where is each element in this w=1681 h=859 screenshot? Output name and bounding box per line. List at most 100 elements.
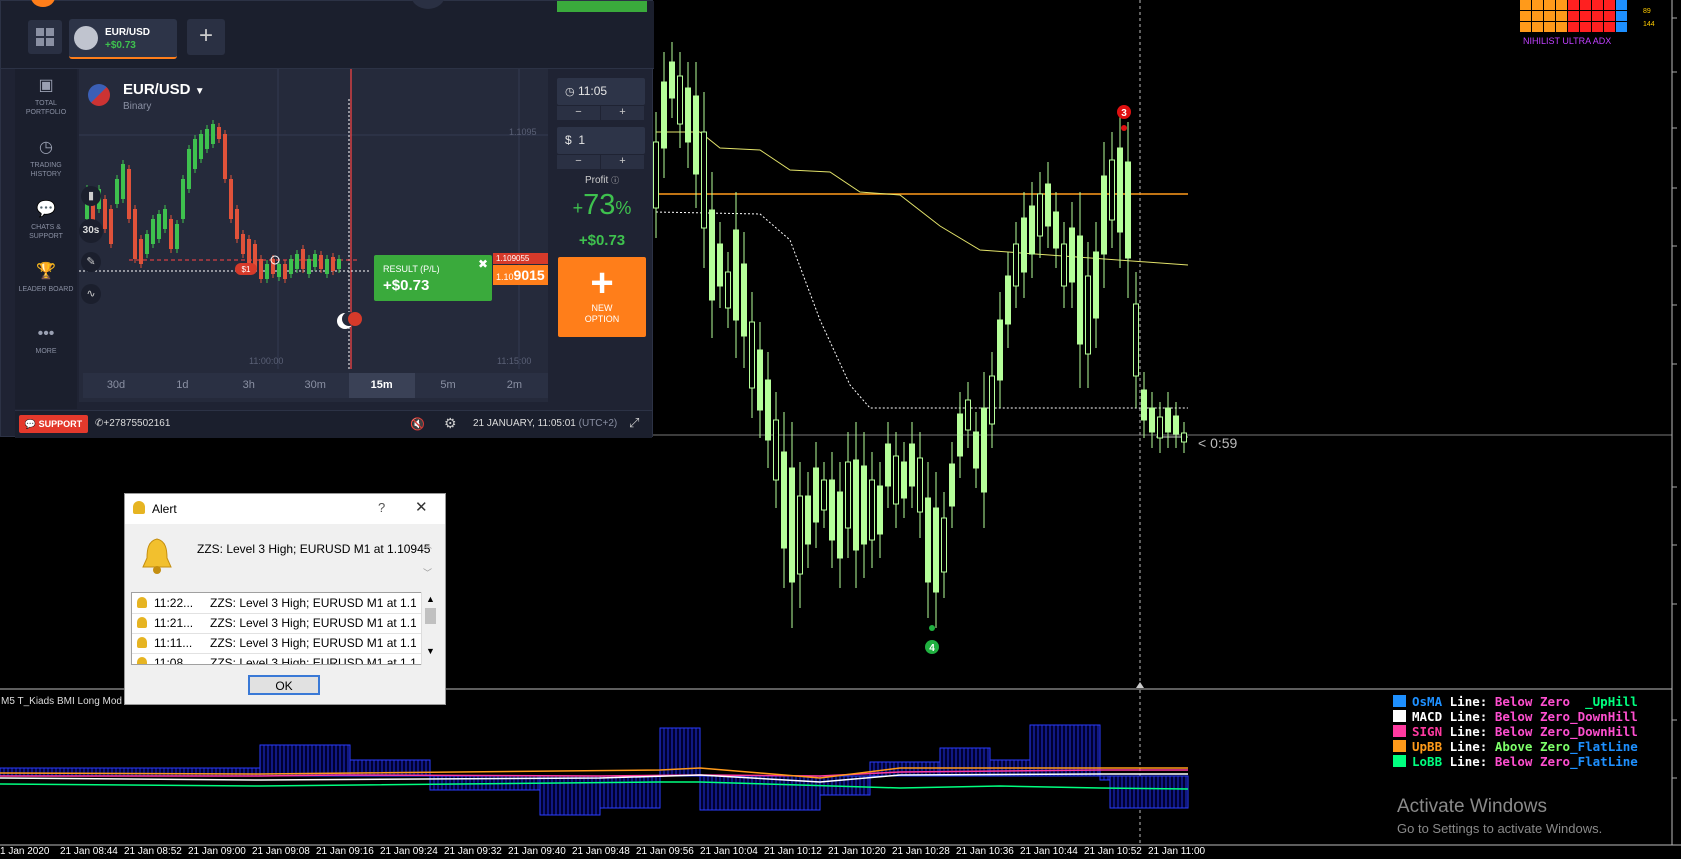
activate-windows-subtitle: Go to Settings to activate Windows. xyxy=(1397,821,1603,836)
phone-number[interactable]: ✆+27875502161 xyxy=(95,418,170,429)
help-button[interactable]: ? xyxy=(378,500,385,515)
time-label-left: 11:00:00 xyxy=(249,356,284,366)
tab-pnl-label: +$0.73 xyxy=(105,40,136,51)
grid-icon xyxy=(36,28,54,46)
price-level-top: 1.1095 xyxy=(509,127,537,137)
list-item[interactable]: 11:21... ZZS: Level 3 High; EURUSD M1 at … xyxy=(132,613,422,634)
timeframe-5m[interactable]: 5m xyxy=(415,373,481,398)
legend-swatch xyxy=(1393,725,1406,737)
legend-name: MACD xyxy=(1412,709,1443,724)
list-scrollbar[interactable]: ▲ ▼ xyxy=(421,592,439,665)
ok-button[interactable]: OK xyxy=(248,675,320,695)
platform-status-bar: 💬 SUPPORT ✆+27875502161 🔇 ⚙ 21 JANUARY, … xyxy=(15,410,652,438)
timeframe-button[interactable]: 30s xyxy=(79,219,103,243)
list-item[interactable]: 11:08... ZZS: Level 3 High; EURUSD M1 at … xyxy=(132,653,422,664)
nav-item-0[interactable]: ▣ TOTAL PORTFOLIO xyxy=(15,77,77,117)
nav-item-label: LEADER BOARD xyxy=(18,286,74,293)
alert-text: ZZS: Level 3 High; EURUSD M1 at 1.10... xyxy=(210,616,416,630)
mute-icon[interactable]: 🔇 xyxy=(410,417,425,431)
candle-type-icon: ▮ xyxy=(87,190,95,202)
support-button[interactable]: 💬 SUPPORT xyxy=(19,415,88,433)
asset-tab-eurusd[interactable]: EUR/USD +$0.73 xyxy=(69,19,177,59)
timeframe-30d[interactable]: 30d xyxy=(83,373,149,398)
time-axis-label: 21 Jan 10:52 xyxy=(1084,846,1142,857)
chevron-down-icon: ▼ xyxy=(194,86,205,97)
result-value: +$0.73 xyxy=(383,277,430,294)
timeframe-30m[interactable]: 30m xyxy=(282,373,348,398)
expiry-minus-button[interactable]: − xyxy=(557,106,600,120)
grid-menu-button[interactable] xyxy=(28,20,62,54)
scroll-down-icon: ▼ xyxy=(426,646,435,656)
alert-time: 11:22... xyxy=(154,596,194,610)
time-axis-label: 21 Jan 10:44 xyxy=(1020,846,1078,857)
trophy-icon: 🏆 xyxy=(36,263,56,280)
timeframe-15m[interactable]: 15m xyxy=(348,373,415,398)
activate-windows-title: Activate Windows xyxy=(1397,796,1547,817)
new-option-button[interactable]: + NEW OPTION xyxy=(558,257,646,337)
profit-label: Profit ⓘ xyxy=(584,175,620,186)
timeframe-1d[interactable]: 1d xyxy=(149,373,215,398)
avatar[interactable] xyxy=(411,0,445,9)
nihilist-adx-widget xyxy=(1520,0,1627,32)
chart-type-button[interactable]: ▮ xyxy=(81,186,101,206)
message-scroll-up-icon[interactable]: ︿ xyxy=(423,538,432,551)
candle-countdown: < 0:59 xyxy=(1198,435,1238,451)
alert-dialog: Alert ? ✕ ZZS: Level 3 High; EURUSD M1 a… xyxy=(124,493,446,705)
legend-trend: _DownHill xyxy=(1570,724,1638,739)
gear-icon[interactable]: ⚙ xyxy=(444,415,457,432)
binary-option-chart[interactable]: $1 ▮ 30s ✎ ∿ EUR/USD ▼ Binary 1.1095 11:… xyxy=(79,69,548,402)
legend-state: Below Zero xyxy=(1494,754,1571,769)
alert-history-list[interactable]: 11:22... ZZS: Level 3 High; EURUSD M1 at … xyxy=(131,592,439,665)
deposit-button[interactable] xyxy=(557,1,647,12)
legend-trend: _FlatLine xyxy=(1570,739,1638,754)
investment-minus-button[interactable]: − xyxy=(557,155,600,169)
legend-row-osma: OsMA Line: Below Zero _UpHill xyxy=(1393,694,1638,709)
investment-plus-button[interactable]: + xyxy=(601,155,644,169)
legend-label: Line: xyxy=(1449,709,1488,724)
message-scroll-down-icon[interactable]: ﹀ xyxy=(423,566,432,579)
asset-selector[interactable]: EUR/USD ▼ xyxy=(123,81,205,98)
indicator-wave-icon[interactable]: ∿ xyxy=(81,284,101,304)
more-icon: ••• xyxy=(37,325,55,342)
nihilist-value-89: 89 xyxy=(1643,8,1651,15)
investment-field[interactable]: $ 1 xyxy=(557,127,645,154)
list-item[interactable]: 11:11... ZZS: Level 3 High; EURUSD M1 at … xyxy=(132,633,422,654)
nav-item-label: CHATS & SUPPORT xyxy=(29,224,63,240)
pencil-icon[interactable]: ✎ xyxy=(81,252,101,272)
list-item[interactable]: 11:22... ZZS: Level 3 High; EURUSD M1 at … xyxy=(132,593,422,614)
legend-name: SIGN xyxy=(1412,724,1443,739)
trade-marker-label: $1 xyxy=(242,265,251,274)
time-axis-label: 21 Jan 08:52 xyxy=(124,846,182,857)
bell-icon xyxy=(137,617,147,628)
nav-item-3[interactable]: 🏆 LEADER BOARD xyxy=(15,263,77,294)
time-axis-label: 1 Jan 2020 xyxy=(0,846,50,857)
clock-icon: ◷ xyxy=(565,86,575,98)
fullscreen-icon[interactable]: ⤢ xyxy=(629,415,639,431)
zigzag-high-label: 3 xyxy=(1121,108,1127,119)
expiry-time-field[interactable]: ◷ 11:05 xyxy=(557,78,645,105)
timeframe-2m[interactable]: 2m xyxy=(481,373,547,398)
add-tab-button[interactable]: + xyxy=(187,19,225,55)
time-axis-label: 21 Jan 09:00 xyxy=(188,846,246,857)
timeframe-3h[interactable]: 3h xyxy=(216,373,282,398)
nav-item-label: TRADING HISTORY xyxy=(30,162,62,178)
legend-swatch xyxy=(1393,695,1406,707)
asset-type-label: Binary xyxy=(123,101,152,112)
time-axis-label: 21 Jan 09:32 xyxy=(444,846,502,857)
nav-item-4[interactable]: ••• MORE xyxy=(15,325,77,356)
close-button[interactable]: ✕ xyxy=(415,498,428,516)
legend-name: OsMA xyxy=(1412,694,1443,709)
alert-text: ZZS: Level 3 High; EURUSD M1 at 1.10... xyxy=(210,596,416,610)
profit-percent: +73% xyxy=(572,189,632,221)
legend-label: Line: xyxy=(1449,739,1488,754)
legend-state: Below Zero xyxy=(1494,694,1571,709)
result-title: RESULT (P/L) xyxy=(383,264,440,274)
close-icon[interactable]: ✖ xyxy=(478,257,488,271)
expiry-plus-button[interactable]: + xyxy=(601,106,644,120)
nav-item-1[interactable]: ◷ TRADING HISTORY xyxy=(15,139,77,179)
profit-value: +$0.73 xyxy=(578,232,626,249)
legend-label: Line: xyxy=(1449,694,1488,709)
nav-item-2[interactable]: 💬 CHATS & SUPPORT xyxy=(15,201,77,241)
nihilist-label: NIHILIST ULTRA ADX xyxy=(1523,36,1611,46)
dialog-title-bar: Alert ? ✕ xyxy=(125,494,445,524)
